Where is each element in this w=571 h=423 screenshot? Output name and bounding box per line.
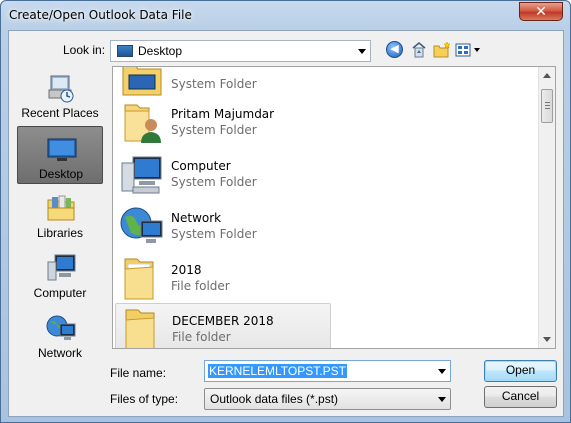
look-in-label: Look in: xyxy=(63,43,106,57)
scrollbar-thumb[interactable] xyxy=(541,89,553,123)
window-title: Create/Open Outlook Data File xyxy=(9,8,192,22)
computer-icon xyxy=(121,156,162,194)
item-type: File folder xyxy=(171,279,230,293)
place-desktop[interactable]: Desktop xyxy=(17,126,103,184)
look-in-dropdown[interactable]: Desktop xyxy=(110,40,371,62)
cancel-button[interactable]: Cancel xyxy=(484,386,557,408)
scroll-down-icon[interactable] xyxy=(543,337,551,342)
file-list[interactable]: System Folder Pritam Majumdar System Fol… xyxy=(112,66,556,349)
back-button[interactable]: ◀ xyxy=(386,41,404,59)
views-menu-button[interactable] xyxy=(455,41,483,59)
chevron-down-icon xyxy=(358,49,366,54)
item-name: 2018 xyxy=(171,263,202,277)
dialog-body: Look in: Desktop ◀ Recent Places Desktop… xyxy=(8,30,564,417)
item-type: System Folder xyxy=(171,175,257,189)
network-icon xyxy=(46,315,76,340)
title-bar[interactable]: Create/Open Outlook Data File ✕ xyxy=(1,1,570,31)
user-folder-icon xyxy=(124,104,161,143)
files-of-type-label: Files of type: xyxy=(110,392,179,406)
recent-places-icon xyxy=(48,75,74,103)
back-icon: ◀ xyxy=(386,41,403,58)
up-folder-icon xyxy=(412,42,426,58)
item-type: System Folder xyxy=(171,227,257,241)
files-of-type-select[interactable]: Outlook data files (*.pst) xyxy=(204,388,451,410)
place-label: Recent Places xyxy=(21,106,99,120)
places-bar: Recent Places Desktop Libraries Computer… xyxy=(16,66,104,366)
file-name-label: File name: xyxy=(110,366,167,380)
libraries-icon xyxy=(47,195,75,221)
grip-line xyxy=(545,102,550,103)
network-icon xyxy=(120,207,163,243)
scroll-up-icon[interactable] xyxy=(543,73,551,78)
grip-line xyxy=(545,108,550,109)
new-folder-icon xyxy=(433,41,451,58)
place-label: Computer xyxy=(33,286,87,300)
close-icon: ✕ xyxy=(535,3,547,19)
place-network[interactable]: Network xyxy=(17,306,103,364)
place-label: Libraries xyxy=(36,226,84,240)
file-name-input[interactable]: KERNELEMLTOPST.PST xyxy=(204,360,451,382)
close-button[interactable]: ✕ xyxy=(519,2,563,21)
chevron-down-icon[interactable] xyxy=(438,369,446,374)
computer-icon xyxy=(47,254,76,281)
place-recent-places[interactable]: Recent Places xyxy=(17,66,103,124)
place-label: Network xyxy=(37,346,82,360)
list-item[interactable]: DECEMBER 2018 File folder xyxy=(115,303,331,348)
list-item[interactable]: 2018 File folder xyxy=(115,253,331,303)
list-item[interactable]: Network System Folder xyxy=(115,201,331,251)
open-button[interactable]: Open xyxy=(484,360,557,382)
cancel-button-label: Cancel xyxy=(501,389,540,403)
file-name-value: KERNELEMLTOPST.PST xyxy=(208,364,347,378)
up-folder-button[interactable] xyxy=(410,41,428,59)
list-item[interactable]: Pritam Majumdar System Folder xyxy=(115,97,331,147)
item-name: Network xyxy=(171,211,222,225)
item-type: System Folder xyxy=(171,77,257,91)
views-icon xyxy=(455,43,480,57)
list-item[interactable]: Computer System Folder xyxy=(115,149,331,199)
item-type: File folder xyxy=(172,330,231,344)
item-name: DECEMBER 2018 xyxy=(172,314,274,328)
vertical-scrollbar[interactable] xyxy=(538,67,555,348)
new-folder-button[interactable] xyxy=(433,41,451,59)
item-name: Pritam Majumdar xyxy=(171,107,275,121)
desktop-icon xyxy=(117,45,133,57)
chevron-down-icon xyxy=(438,397,446,402)
item-type: System Folder xyxy=(171,123,257,137)
files-of-type-value: Outlook data files (*.pst) xyxy=(210,392,339,406)
folder-icon xyxy=(124,258,154,300)
open-button-label: Open xyxy=(505,363,536,377)
dialog-window: Create/Open Outlook Data File ✕ Look in:… xyxy=(0,0,571,423)
look-in-value: Desktop xyxy=(138,44,183,58)
list-item[interactable]: System Folder xyxy=(115,67,331,101)
desktop-icon xyxy=(47,138,77,161)
place-libraries[interactable]: Libraries xyxy=(17,186,103,244)
folder-icon xyxy=(125,309,155,348)
system-folder-icon xyxy=(122,67,162,96)
grip-line xyxy=(545,105,550,106)
item-name: Computer xyxy=(171,159,231,173)
place-label: Desktop xyxy=(38,167,84,181)
place-computer[interactable]: Computer xyxy=(17,246,103,304)
